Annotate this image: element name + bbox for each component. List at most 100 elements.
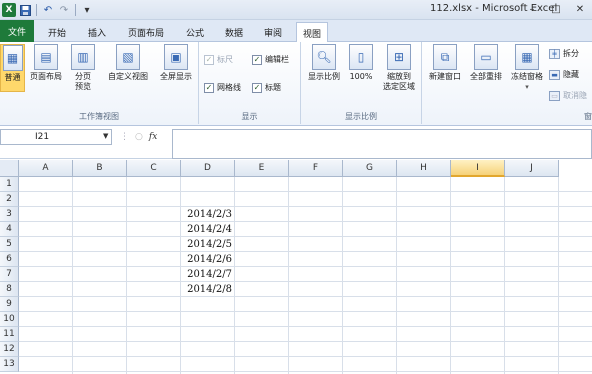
gridlines-label: 网格线	[217, 83, 241, 92]
cell-d3[interactable]: 2014/2/3	[181, 207, 235, 222]
cell-d5[interactable]: 2014/2/5	[181, 237, 235, 252]
row-header-8[interactable]: 8	[0, 282, 19, 297]
row-header-9[interactable]: 9	[0, 297, 19, 312]
tab-formulas[interactable]: 公式	[180, 22, 210, 42]
row-header-7[interactable]: 7	[0, 267, 19, 282]
formula-buttons: ⋮ ○ fx	[116, 129, 172, 145]
row-header-1[interactable]: 1	[0, 177, 19, 192]
cell-d7[interactable]: 2014/2/7	[181, 267, 235, 282]
hide-button[interactable]: ▬ 隐藏	[549, 69, 579, 80]
arrange-all-icon: ▭	[474, 44, 498, 70]
row-header-5[interactable]: 5	[0, 237, 19, 252]
column-header-h[interactable]: H	[397, 160, 451, 177]
column-header-b[interactable]: B	[73, 160, 127, 177]
cell-d4[interactable]: 2014/2/4	[181, 222, 235, 237]
full-screen-button[interactable]: ▣ 全屏显示	[156, 44, 196, 82]
unhide-label: 取消隐	[563, 91, 587, 100]
row-header-10[interactable]: 10	[0, 312, 19, 327]
tab-file[interactable]: 文件	[0, 20, 34, 42]
tab-insert[interactable]: 插入	[82, 22, 112, 42]
split-button[interactable]: ╪ 拆分	[549, 48, 579, 59]
excel-icon[interactable]: X	[2, 3, 16, 17]
row-header-6[interactable]: 6	[0, 252, 19, 267]
freeze-panes-button[interactable]: ▦ 冻结窗格 ▾	[508, 44, 546, 92]
arrange-all-label: 全部重排	[470, 72, 502, 81]
row-header-3[interactable]: 3	[0, 207, 19, 222]
tab-review[interactable]: 审阅	[258, 22, 288, 42]
freeze-panes-icon: ▦	[515, 44, 539, 70]
column-header-i[interactable]: I	[451, 160, 505, 177]
unhide-button[interactable]: ▭ 取消隐	[549, 90, 587, 101]
formula-bar-checkbox[interactable]: ✓ 编辑栏	[252, 54, 289, 65]
save-icon[interactable]	[18, 3, 32, 17]
redo-icon[interactable]: ↷	[57, 3, 71, 17]
hide-label: 隐藏	[563, 70, 579, 79]
column-header-g[interactable]: G	[343, 160, 397, 177]
group-label: 显示比例	[345, 112, 377, 121]
normal-view-label: 普通	[4, 73, 21, 82]
toolbar-separator	[75, 4, 76, 16]
group-window: ⧉ 新建窗口 ▭ 全部重排 ▦ 冻结窗格 ▾ ╪ 拆分 ▬ 隐藏 ▭ 取消隐 窗	[422, 42, 592, 124]
ribbon-tabs: 文件 开始 插入 页面布局 公式 数据 审阅 视图	[0, 20, 592, 43]
maximize-button[interactable]: □	[544, 0, 568, 18]
fx-icon[interactable]: fx	[149, 132, 157, 142]
unhide-icon: ▭	[549, 90, 560, 101]
tab-data[interactable]: 数据	[219, 22, 249, 42]
chevron-down-icon[interactable]: ▼	[103, 132, 108, 140]
row-header-13[interactable]: 13	[0, 357, 19, 372]
column-header-j[interactable]: J	[505, 160, 559, 177]
tab-view[interactable]: 视图	[296, 22, 329, 43]
page-break-label: 分页 预览	[75, 72, 91, 91]
tab-page-layout[interactable]: 页面布局	[122, 22, 170, 42]
group-workbook-views: ▦ 普通 ▤ 页面布局 ▥ 分页 预览 ▧ 自定义视图 ▣ 全屏显示 工作簿视图	[0, 42, 199, 124]
arrange-all-button[interactable]: ▭ 全部重排	[466, 44, 506, 82]
undo-icon[interactable]: ↶	[41, 3, 55, 17]
cell-d8[interactable]: 2014/2/8	[181, 282, 235, 297]
custom-views-icon: ▧	[116, 44, 140, 70]
row-header-11[interactable]: 11	[0, 327, 19, 342]
quick-access-toolbar: X ↶ ↷ ▾	[2, 2, 94, 18]
formula-input[interactable]	[172, 129, 592, 159]
zoom-button[interactable]: 🔍︎ 显示比例	[305, 44, 343, 82]
column-header-c[interactable]: C	[127, 160, 181, 177]
cells-area[interactable]: 2014/2/3 2014/2/4 2014/2/5 2014/2/6 2014/2/7…	[19, 177, 592, 374]
cell-d6[interactable]: 2014/2/6	[181, 252, 235, 267]
formula-handle-icon: ⋮	[120, 132, 129, 142]
customize-dropdown-icon[interactable]: ▾	[80, 3, 94, 17]
column-header-f[interactable]: F	[289, 160, 343, 177]
select-all-corner[interactable]	[0, 160, 19, 177]
hide-icon: ▬	[549, 69, 560, 80]
headings-checkbox[interactable]: ✓ 标题	[252, 82, 281, 93]
normal-view-button[interactable]: ▦ 普通	[0, 44, 25, 92]
group-label-partial: 窗	[584, 112, 592, 121]
full-screen-label: 全屏显示	[160, 72, 192, 81]
page-layout-label: 页面布局	[30, 72, 62, 81]
custom-views-button[interactable]: ▧ 自定义视图	[104, 44, 152, 82]
close-button[interactable]: ✕	[568, 0, 592, 18]
row-header-2[interactable]: 2	[0, 192, 19, 207]
name-box[interactable]: I21	[0, 129, 112, 145]
page-layout-view-button[interactable]: ▤ 页面布局	[28, 44, 64, 82]
headings-label: 标题	[265, 83, 281, 92]
ruler-checkbox[interactable]: ✓ 标尺	[204, 54, 233, 65]
zoom-100-button[interactable]: ▯ 100%	[347, 44, 375, 82]
magnifier-icon: 🔍︎	[312, 44, 336, 70]
row-header-4[interactable]: 4	[0, 222, 19, 237]
new-window-label: 新建窗口	[429, 72, 461, 81]
column-header-e[interactable]: E	[235, 160, 289, 177]
gridlines-checkbox[interactable]: ✓ 网格线	[204, 82, 241, 93]
ruler-label: 标尺	[217, 55, 233, 64]
tab-home[interactable]: 开始	[42, 22, 72, 42]
page-break-preview-button[interactable]: ▥ 分页 预览	[68, 44, 98, 92]
page-break-icon: ▥	[71, 44, 95, 70]
zoom-100-label: 100%	[349, 72, 373, 81]
full-screen-icon: ▣	[164, 44, 188, 70]
column-header-d[interactable]: D	[181, 160, 235, 177]
new-window-button[interactable]: ⧉ 新建窗口	[426, 44, 464, 82]
row-header-12[interactable]: 12	[0, 342, 19, 357]
minimize-button[interactable]: –	[520, 0, 544, 18]
zoom-selection-icon: ⊞	[387, 44, 411, 70]
zoom-to-selection-button[interactable]: ⊞ 缩放到 选定区域	[379, 44, 419, 92]
cancel-icon[interactable]: ○	[135, 132, 143, 142]
column-header-a[interactable]: A	[19, 160, 73, 177]
